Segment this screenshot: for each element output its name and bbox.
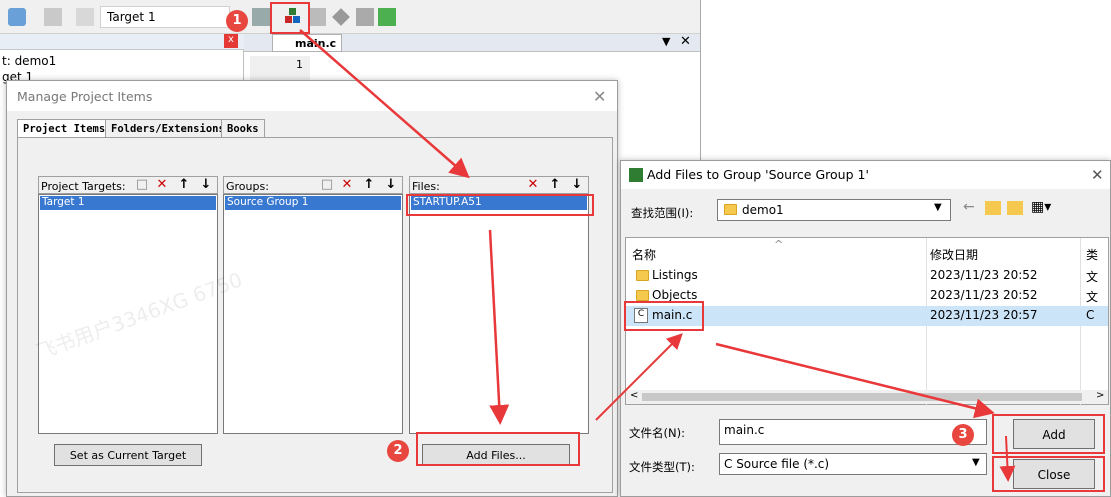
arrow-1 (299, 29, 470, 179)
arrow-2 (488, 229, 510, 425)
step-badge-3: 3 (952, 424, 974, 446)
arrow-3 (595, 333, 683, 421)
arrow-4 (715, 342, 995, 419)
step-badge-2: 2 (387, 440, 409, 462)
annotation-arrows (299, 29, 1016, 482)
arrow-5 (999, 435, 1016, 482)
step-badge-1: 1 (226, 10, 248, 32)
